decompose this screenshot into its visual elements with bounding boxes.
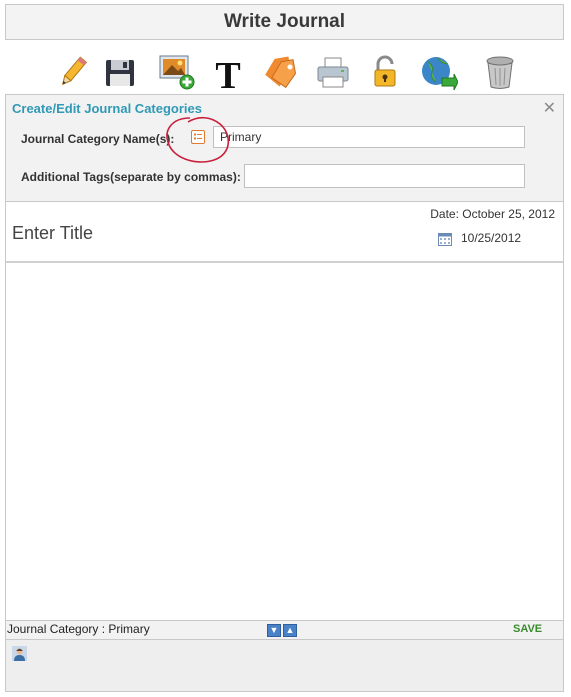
- svg-text:T: T: [215, 55, 240, 92]
- calendar-icon[interactable]: [438, 233, 452, 246]
- category-name-input[interactable]: [213, 126, 525, 148]
- entry-title-input[interactable]: Enter Title: [12, 223, 93, 244]
- save-button[interactable]: SAVE: [513, 623, 542, 635]
- category-panel: Create/Edit Journal Categories ✕ Journal…: [5, 94, 564, 202]
- status-bar: Journal Category : Primary ▼ ▲ SAVE: [5, 620, 564, 640]
- additional-tags-label: Additional Tags(separate by commas):: [21, 170, 241, 184]
- close-icon[interactable]: ✕: [543, 98, 556, 118]
- category-name-label: Journal Category Name(s):: [21, 132, 175, 146]
- scroll-up-button[interactable]: ▲: [283, 624, 297, 637]
- category-list-icon[interactable]: [191, 130, 205, 144]
- avatar[interactable]: [12, 646, 27, 661]
- entry-date-value[interactable]: 10/25/2012: [461, 231, 521, 245]
- journal-body-editor[interactable]: [5, 263, 564, 620]
- entry-header: Date: October 25, 2012 Enter Title 10/25…: [5, 202, 564, 263]
- lock-icon[interactable]: [365, 52, 405, 92]
- text-format-icon[interactable]: T: [208, 52, 248, 92]
- tag-icon[interactable]: [261, 52, 301, 92]
- print-icon[interactable]: [313, 52, 353, 92]
- trash-icon[interactable]: [480, 52, 520, 92]
- page-title: Write Journal: [223, 11, 346, 32]
- page-header: Write Journal: [5, 4, 564, 40]
- additional-tags-input[interactable]: [244, 164, 525, 188]
- category-status-text: Journal Category : Primary: [7, 622, 150, 636]
- scroll-down-button[interactable]: ▼: [267, 624, 281, 637]
- entry-date-label: Date: October 25, 2012: [430, 207, 555, 221]
- pencil-icon[interactable]: [53, 52, 93, 92]
- toolbar: T: [0, 52, 571, 94]
- footer: [5, 640, 564, 692]
- category-panel-title: Create/Edit Journal Categories: [12, 101, 202, 116]
- globe-icon[interactable]: [418, 52, 458, 92]
- add-image-icon[interactable]: [156, 52, 196, 92]
- save-icon[interactable]: [100, 52, 140, 92]
